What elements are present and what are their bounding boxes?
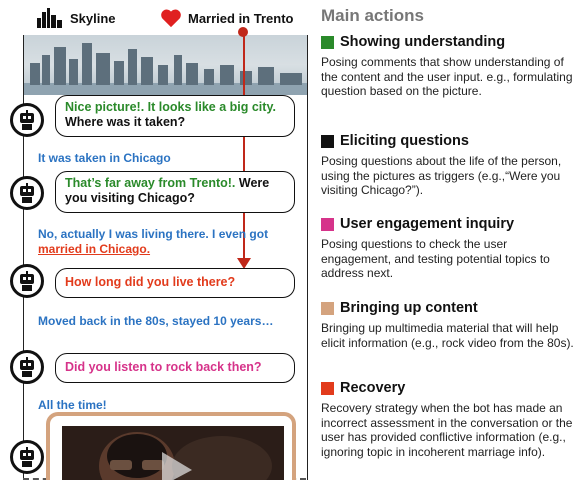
action-heading-1-label: Showing understanding	[340, 34, 506, 50]
tag-skyline-label: Skyline	[70, 10, 116, 26]
legend-title: Main actions	[321, 6, 424, 25]
bot-avatar	[10, 440, 44, 474]
context-tags: Skyline Married in Trento	[0, 0, 310, 34]
bot-message-2: That’s far away from Trento!. Were you v…	[55, 171, 295, 213]
tag-married: Married in Trento	[160, 8, 293, 28]
action-heading-3-label: User engagement inquiry	[340, 216, 515, 232]
bot-message-1-part-2: Where was it taken?	[65, 115, 186, 129]
action-heading-1: Showing understanding	[321, 34, 505, 50]
bot-message-1-part-1: Nice picture!. It looks like a big city.	[65, 100, 276, 114]
user-reply-3: Moved back in the 80s, stayed 10 years…	[38, 314, 274, 328]
action-heading-5: Recovery	[321, 380, 405, 396]
action-heading-2: Eliciting questions	[321, 133, 469, 149]
bot-message-2-part-1: That’s far away from Trento!.	[65, 176, 236, 190]
action-heading-5-label: Recovery	[340, 380, 406, 396]
action-heading-3: User engagement inquiry	[321, 216, 514, 232]
rock-video-thumbnail[interactable]	[62, 426, 284, 480]
robot-icon	[20, 447, 34, 467]
heart-icon	[161, 9, 181, 28]
chicago-skyline-photo	[24, 35, 307, 95]
bot-avatar	[10, 103, 44, 137]
bot-message-4: Did you listen to rock back then?	[55, 353, 295, 383]
inconsistency-arrow-origin	[238, 27, 248, 37]
user-reply-2-part-1: No, actually I was living there. I even …	[38, 227, 269, 241]
city-skyline-icon	[37, 8, 62, 28]
action-desc-5: Recovery strategy when the bot has made …	[321, 401, 573, 459]
bot-message-3-text: How long did you live there?	[65, 275, 236, 289]
robot-icon	[20, 357, 34, 377]
action-desc-4: Bringing up multimedia material that wil…	[321, 321, 574, 350]
color-swatch	[321, 134, 334, 148]
action-desc-1: Posing comments that show understanding …	[321, 55, 573, 98]
user-reply-2-highlight: married in Chicago.	[38, 242, 151, 256]
tag-married-label: Married in Trento	[188, 10, 294, 26]
bot-avatar	[10, 176, 44, 210]
action-desc-2: Posing questions about the life of the p…	[321, 154, 562, 197]
action-heading-4: Bringing up content	[321, 300, 478, 316]
media-message	[46, 412, 296, 480]
bot-avatar	[10, 264, 44, 298]
robot-icon	[20, 271, 34, 291]
robot-icon	[20, 183, 34, 203]
robot-icon	[20, 110, 34, 130]
action-heading-2-label: Eliciting questions	[340, 133, 469, 149]
tag-skyline: Skyline	[36, 8, 116, 28]
user-reply-2: No, actually I was living there. I even …	[38, 227, 298, 257]
action-desc-3: Posing questions to check the user engag…	[321, 237, 550, 280]
bot-message-1: Nice picture!. It looks like a big city.…	[55, 95, 295, 137]
color-swatch	[321, 301, 334, 315]
user-reply-4: All the time!	[38, 398, 107, 412]
bot-avatar	[10, 350, 44, 384]
bot-message-4-text: Did you listen to rock back then?	[65, 360, 262, 374]
user-reply-1: It was taken in Chicago	[38, 151, 171, 165]
color-swatch	[321, 217, 334, 231]
action-heading-4-label: Bringing up content	[340, 300, 478, 316]
color-swatch	[321, 35, 334, 49]
bot-message-3: How long did you live there?	[55, 268, 295, 298]
color-swatch	[321, 381, 334, 395]
